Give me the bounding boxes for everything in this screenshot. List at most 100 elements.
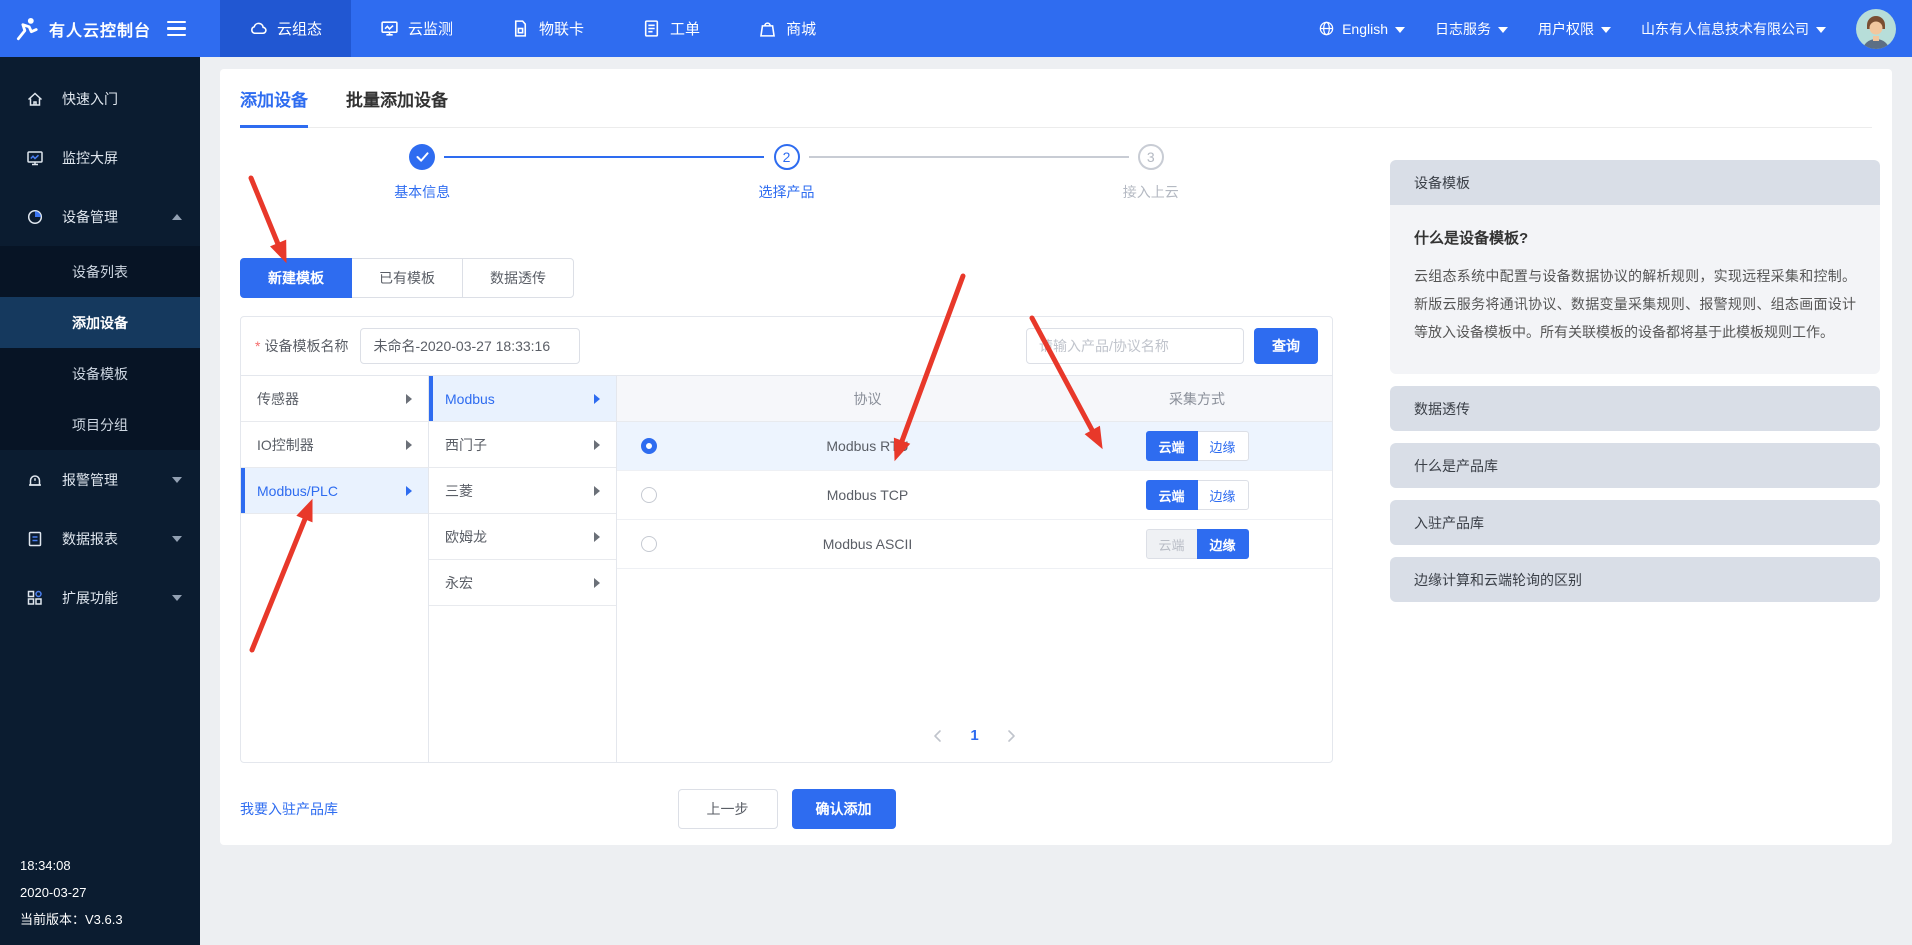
cloud-mode-button[interactable]: 云端 bbox=[1146, 480, 1198, 510]
nav-item-work-order[interactable]: 工单 bbox=[613, 0, 729, 57]
edge-mode-button[interactable]: 边缘 bbox=[1197, 480, 1249, 510]
chevron-down-icon bbox=[172, 595, 182, 601]
chevron-down-icon bbox=[1816, 27, 1826, 33]
sidebar-item-device-template[interactable]: 设备模板 bbox=[0, 348, 200, 399]
confirm-add-button[interactable]: 确认添加 bbox=[792, 789, 896, 829]
query-button[interactable]: 查询 bbox=[1254, 328, 1318, 364]
brand-modbus[interactable]: Modbus bbox=[429, 376, 616, 422]
sim-card-icon bbox=[511, 19, 530, 38]
data-passthrough-button[interactable]: 数据透传 bbox=[462, 258, 574, 298]
sidebar-item-data-report[interactable]: 数据报表 bbox=[0, 509, 200, 568]
mode-toggle: 云端 边缘 bbox=[1146, 529, 1249, 559]
table-row-modbus-rtu[interactable]: Modbus RTU 云端 边缘 bbox=[617, 422, 1332, 471]
brand-siemens[interactable]: 西门子 bbox=[429, 422, 616, 468]
protocol-table: 协议 采集方式 Modbus RTU 云端 边缘 bbox=[617, 376, 1332, 762]
template-name-row: * 设备模板名称 查询 bbox=[241, 317, 1332, 375]
chevron-down-icon bbox=[172, 536, 182, 542]
prev-page-icon[interactable] bbox=[932, 729, 942, 743]
protocol-column-header: 协议 bbox=[673, 389, 1062, 409]
brand-omron[interactable]: 欧姆龙 bbox=[429, 514, 616, 560]
help-header-data-passthrough[interactable]: 数据透传 bbox=[1390, 386, 1880, 431]
sidebar-item-add-device[interactable]: 添加设备 bbox=[0, 297, 200, 348]
required-mark: * bbox=[255, 338, 260, 354]
wizard-column: 基本信息 2 选择产品 3 接入上云 新建模板 bbox=[240, 128, 1333, 829]
arrow-right-icon bbox=[594, 486, 600, 496]
cloud-mode-button[interactable]: 云端 bbox=[1146, 431, 1198, 461]
help-header-what-is-product-library[interactable]: 什么是产品库 bbox=[1390, 443, 1880, 488]
next-page-icon[interactable] bbox=[1007, 729, 1017, 743]
sidebar-item-extensions[interactable]: 扩展功能 bbox=[0, 568, 200, 627]
work-order-icon bbox=[642, 19, 661, 38]
help-paragraph: 云组态系统中配置与设备数据协议的解析规则，实现远程采集和控制。新版云服务将通讯协… bbox=[1414, 262, 1856, 346]
nav-item-iot-sim[interactable]: 物联卡 bbox=[482, 0, 613, 57]
category-sensor[interactable]: 传感器 bbox=[241, 376, 428, 422]
brand[interactable]: 有人云控制台 bbox=[0, 0, 200, 57]
protocol-table-header: 协议 采集方式 bbox=[617, 376, 1332, 422]
cloud-mode-button[interactable]: 云端 bbox=[1146, 529, 1198, 559]
big-screen-icon bbox=[26, 149, 44, 167]
edge-mode-button[interactable]: 边缘 bbox=[1197, 529, 1249, 559]
sidebar-item-big-screen[interactable]: 监控大屏 bbox=[0, 128, 200, 187]
arrow-right-icon bbox=[594, 394, 600, 404]
brand-fatek[interactable]: 永宏 bbox=[429, 560, 616, 606]
category-modbus-plc[interactable]: Modbus/PLC bbox=[241, 468, 428, 514]
existing-template-button[interactable]: 已有模板 bbox=[351, 258, 463, 298]
user-permission-menu[interactable]: 用户权限 bbox=[1538, 19, 1611, 39]
company-account-menu[interactable]: 山东有人信息技术有限公司 bbox=[1641, 19, 1826, 39]
nav-item-cloud-monitor[interactable]: 云监测 bbox=[351, 0, 482, 57]
language-selector[interactable]: English bbox=[1318, 20, 1405, 37]
sidebar-item-device-manage[interactable]: 设备管理 bbox=[0, 187, 200, 246]
category-io-controller[interactable]: IO控制器 bbox=[241, 422, 428, 468]
table-row-modbus-tcp[interactable]: Modbus TCP 云端 边缘 bbox=[617, 471, 1332, 520]
help-section-join-product-library: 入驻产品库 bbox=[1390, 500, 1880, 545]
help-header-device-template[interactable]: 设备模板 bbox=[1390, 160, 1880, 205]
help-section-data-passthrough: 数据透传 bbox=[1390, 386, 1880, 431]
edge-mode-button[interactable]: 边缘 bbox=[1197, 431, 1249, 461]
sidebar-item-quick-start[interactable]: 快速入门 bbox=[0, 69, 200, 128]
tab-batch-add-device[interactable]: 批量添加设备 bbox=[346, 69, 448, 127]
stepper: 基本信息 2 选择产品 3 接入上云 bbox=[240, 144, 1333, 226]
help-header-join-product-library[interactable]: 入驻产品库 bbox=[1390, 500, 1880, 545]
extension-icon bbox=[26, 589, 44, 607]
previous-step-button[interactable]: 上一步 bbox=[678, 789, 778, 829]
page-tabs: 添加设备 批量添加设备 bbox=[240, 69, 1872, 128]
chevron-down-icon bbox=[1498, 27, 1508, 33]
page-number[interactable]: 1 bbox=[970, 727, 978, 744]
chevron-down-icon bbox=[172, 477, 182, 483]
version-label: 当前版本：V3.6.3 bbox=[20, 906, 123, 933]
radio-checked[interactable] bbox=[641, 438, 657, 454]
join-product-library-link[interactable]: 我要入驻产品库 bbox=[240, 799, 338, 819]
help-question: 什么是设备模板? bbox=[1414, 227, 1856, 248]
radio-unchecked[interactable] bbox=[641, 536, 657, 552]
help-panel: 设备模板 什么是设备模板? 云组态系统中配置与设备数据协议的解析规则，实现远程采… bbox=[1390, 160, 1880, 829]
brand-mitsubishi[interactable]: 三菱 bbox=[429, 468, 616, 514]
mode-toggle: 云端 边缘 bbox=[1146, 431, 1249, 461]
arrow-right-icon bbox=[594, 578, 600, 588]
current-time: 18:34:08 bbox=[20, 852, 123, 879]
chevron-down-icon bbox=[1601, 27, 1611, 33]
step2-circle: 2 bbox=[774, 144, 800, 170]
usr-logo-icon bbox=[14, 16, 40, 42]
radio-unchecked[interactable] bbox=[641, 487, 657, 503]
template-type-group: 新建模板 已有模板 数据透传 bbox=[240, 258, 1333, 298]
device-manage-submenu: 设备列表 添加设备 设备模板 项目分组 bbox=[0, 246, 200, 450]
avatar[interactable] bbox=[1856, 9, 1896, 49]
nav-item-mall[interactable]: 商城 bbox=[729, 0, 845, 57]
template-name-input[interactable] bbox=[360, 328, 580, 364]
topbar-right: English 日志服务 用户权限 山东有人信息技术有限公司 bbox=[1318, 0, 1912, 57]
sidebar-item-device-list[interactable]: 设备列表 bbox=[0, 246, 200, 297]
tab-add-device[interactable]: 添加设备 bbox=[240, 69, 308, 127]
help-section-what-is-product-library: 什么是产品库 bbox=[1390, 443, 1880, 488]
sidebar-item-alarm-manage[interactable]: 报警管理 bbox=[0, 450, 200, 509]
menu-toggle-icon[interactable] bbox=[167, 21, 186, 37]
nav-item-cloud-scada[interactable]: 云组态 bbox=[220, 0, 351, 57]
mode-column-header: 采集方式 bbox=[1062, 389, 1332, 409]
new-template-button[interactable]: 新建模板 bbox=[240, 258, 352, 298]
cloud-icon bbox=[249, 19, 268, 38]
sidebar-item-project-group[interactable]: 项目分组 bbox=[0, 399, 200, 450]
product-search-input[interactable] bbox=[1026, 328, 1244, 364]
table-row-modbus-ascii[interactable]: Modbus ASCII 云端 边缘 bbox=[617, 520, 1332, 569]
help-header-edge-vs-cloud[interactable]: 边缘计算和云端轮询的区别 bbox=[1390, 557, 1880, 602]
log-service-menu[interactable]: 日志服务 bbox=[1435, 19, 1508, 39]
top-navbar: 有人云控制台 云组态 云监测 bbox=[0, 0, 1912, 57]
